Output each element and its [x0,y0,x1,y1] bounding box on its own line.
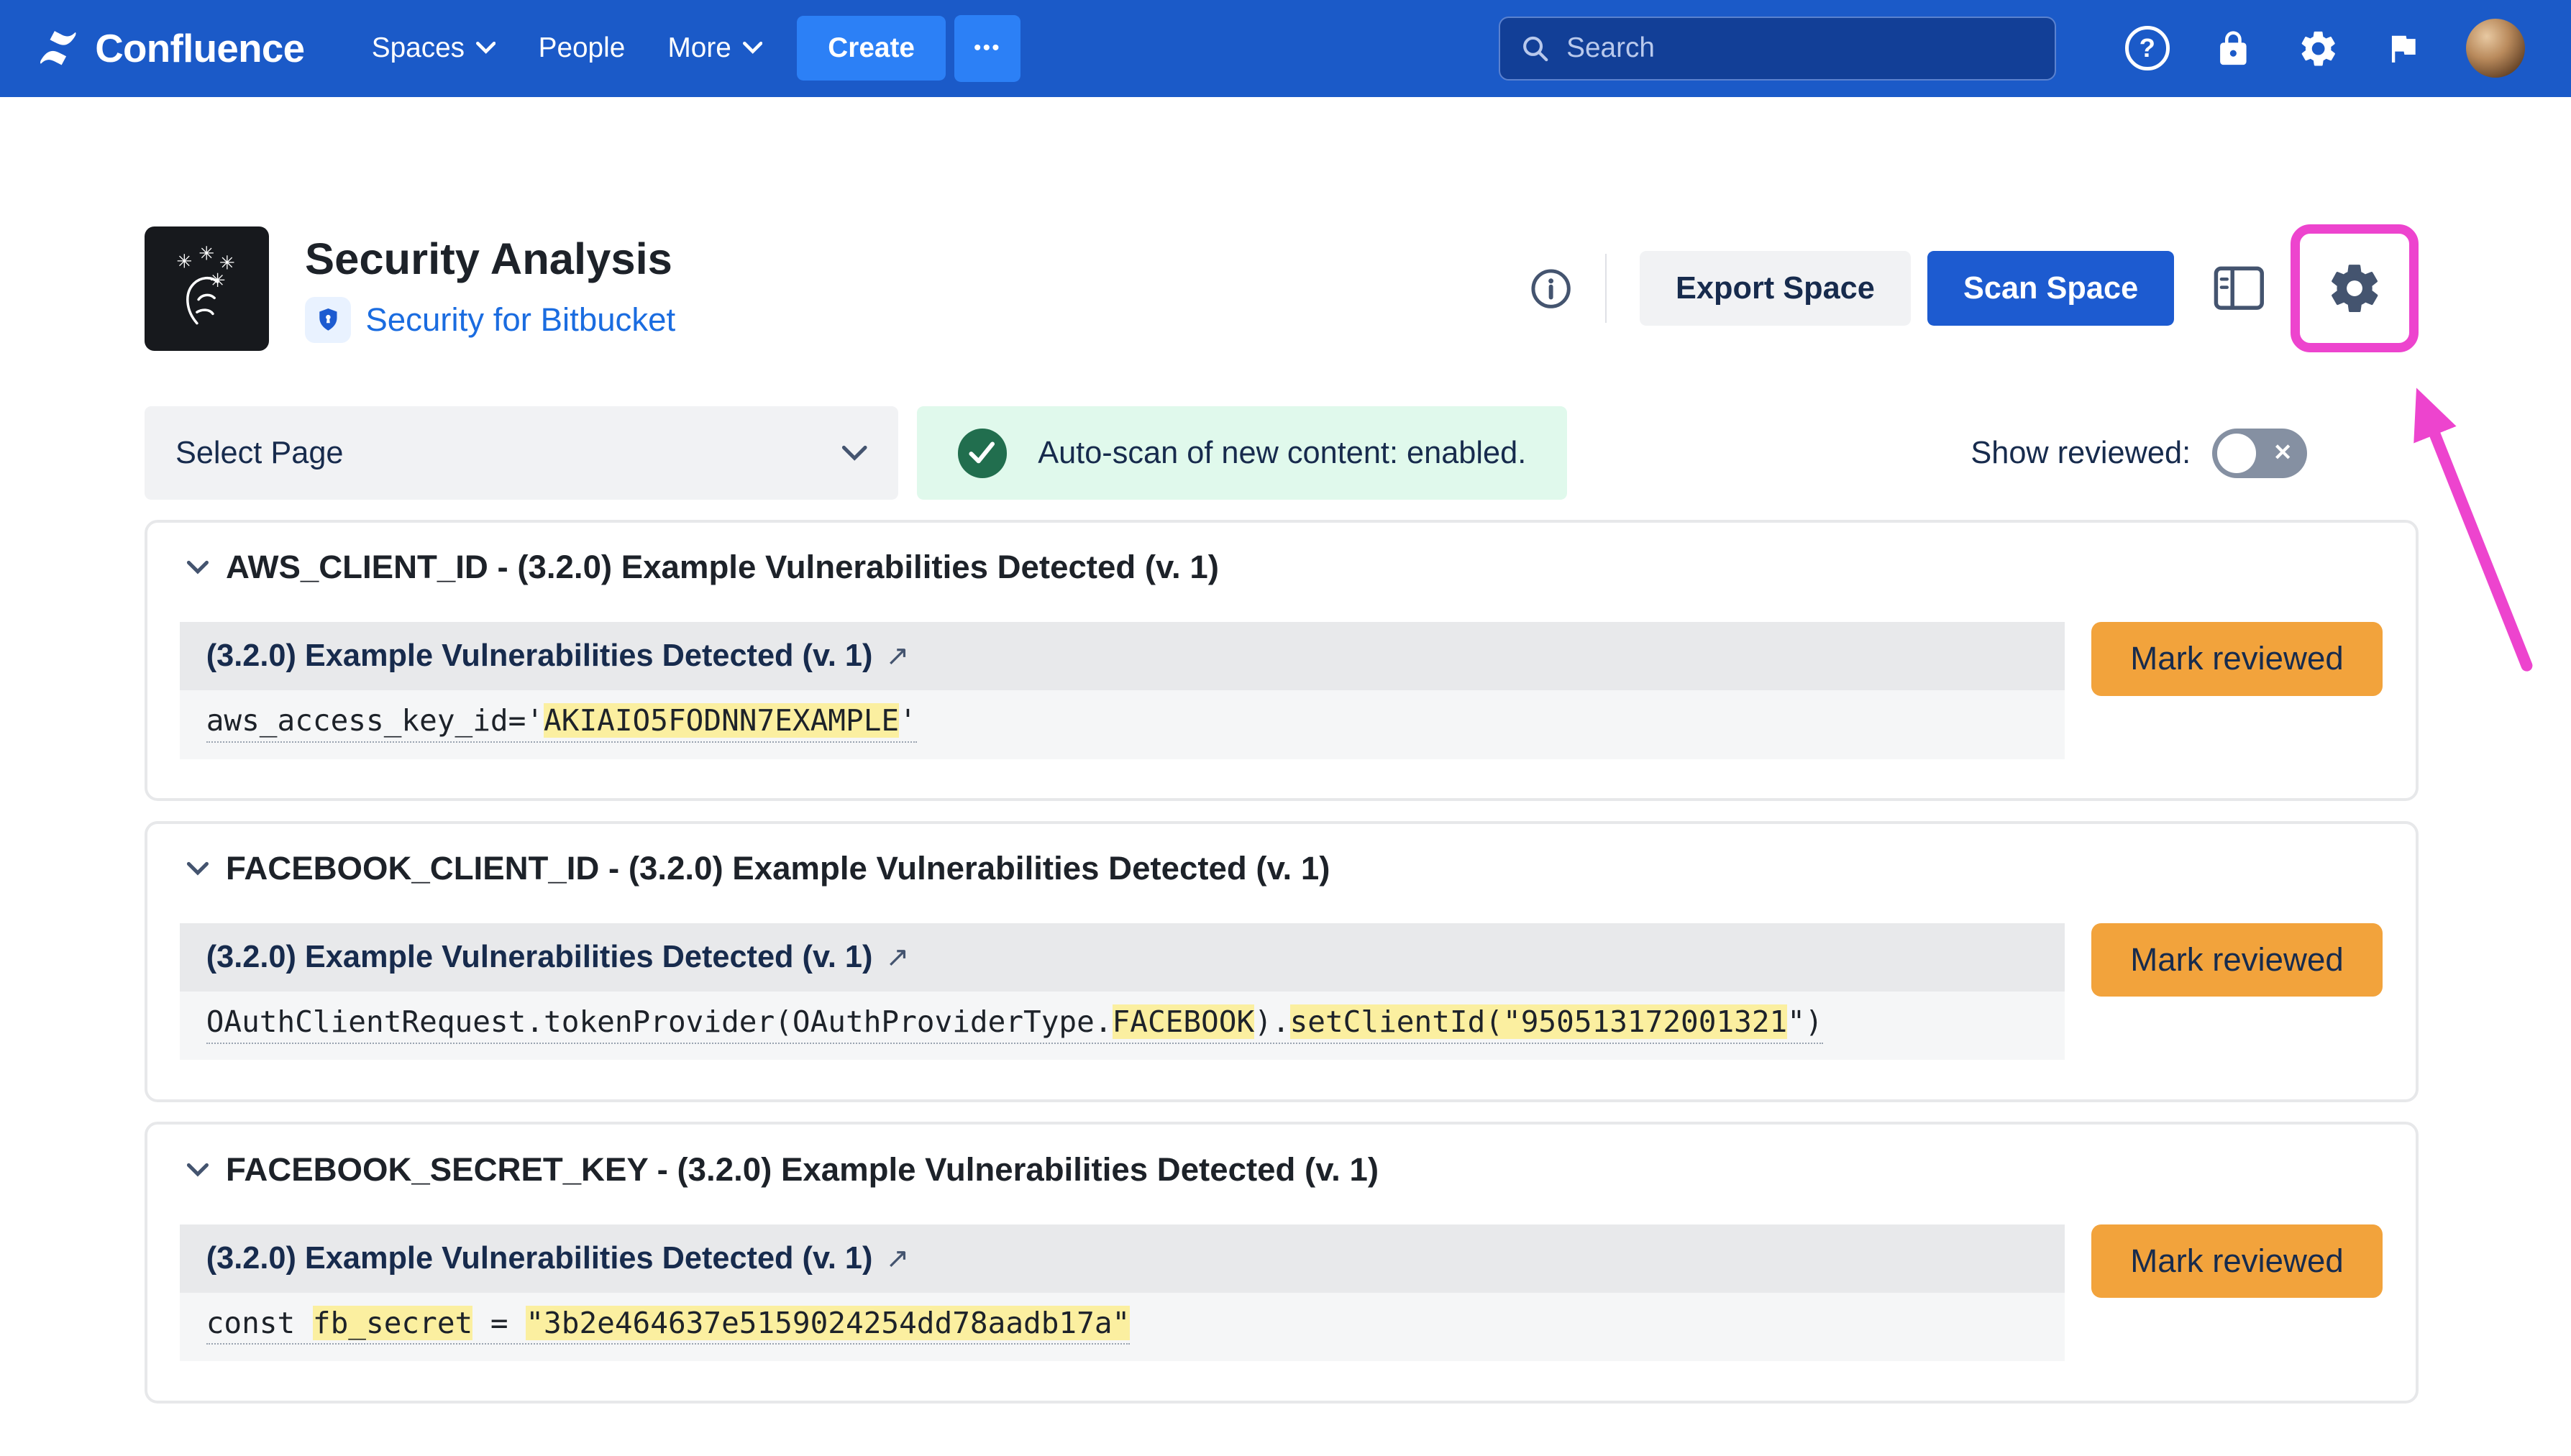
annotation-highlight-box [2291,224,2419,352]
finding-card-facebook-secret-key: FACEBOOK_SECRET_KEY - (3.2.0) Example Vu… [145,1122,2419,1404]
external-link-icon: ↗ [886,1242,909,1275]
search-box[interactable] [1499,17,2056,81]
chevron-down-icon [743,42,762,55]
finding-page-title: (3.2.0) Example Vulnerabilities Detected… [206,1241,873,1276]
external-link-icon: ↗ [886,640,909,672]
nav-overflow-button[interactable]: ••• [954,15,1021,82]
confluence-logo-icon [36,26,81,70]
show-reviewed-toggle[interactable]: ✕ [2212,429,2307,477]
show-reviewed-control: Show reviewed: ✕ [1971,429,2307,477]
space-settings-gear-icon[interactable] [2325,259,2384,318]
mark-reviewed-button[interactable]: Mark reviewed [2091,923,2383,997]
finding-page-link[interactable]: (3.2.0) Example Vulnerabilities Detected… [180,622,2065,690]
confluence-logo[interactable]: Confluence [36,25,304,71]
shield-icon [314,306,342,334]
external-link-icon: ↗ [886,941,909,974]
title-block: Security Analysis Security for Bitbucket [305,234,675,343]
nav-more-label: More [668,32,731,64]
finding-code-snippet: aws_access_key_id='AKIAIO5FODNN7EXAMPLE' [180,690,2065,759]
toggle-knob [2217,434,2257,473]
nav-more[interactable]: More [647,18,784,79]
finding-code-snippet: const fb_secret = "3b2e464637e5159024254… [180,1293,2065,1362]
svg-text:✳: ✳ [176,251,192,273]
toggle-cross-icon: ✕ [2273,439,2293,467]
page-title: Security Analysis [305,234,675,285]
search-input[interactable] [1566,32,2033,64]
space-link[interactable]: Security for Bitbucket [365,301,675,339]
finding-page-link[interactable]: (3.2.0) Example Vulnerabilities Detected… [180,923,2065,992]
finding-card-facebook-client-id: FACEBOOK_CLIENT_ID - (3.2.0) Example Vul… [145,821,2419,1103]
select-page-dropdown[interactable]: Select Page [145,406,899,500]
collapse-caret-icon [186,560,209,575]
settings-gear-icon[interactable] [2297,27,2339,70]
chevron-down-icon [476,42,496,55]
finding-page-title: (3.2.0) Example Vulnerabilities Detected… [206,940,873,975]
autoscan-banner: Auto-scan of new content: enabled. [917,406,1568,500]
space-app-badge [305,297,351,343]
show-reviewed-label: Show reviewed: [1971,436,2191,471]
mark-reviewed-button[interactable]: Mark reviewed [2091,622,2383,695]
collapse-caret-icon [186,861,209,876]
space-avatar-art: ✳✳✳✳ [159,241,254,336]
nav-icon-group: ? [2125,19,2525,78]
divider [1605,254,1607,323]
finding-page-title: (3.2.0) Example Vulnerabilities Detected… [206,638,873,674]
nav-spaces[interactable]: Spaces [350,18,517,79]
success-check-icon [958,429,1007,477]
info-icon[interactable] [1530,267,1572,310]
autoscan-banner-text: Auto-scan of new content: enabled. [1038,436,1526,471]
nav-spaces-label: Spaces [372,32,465,64]
search-icon [1522,34,1548,63]
nav-people[interactable]: People [517,18,647,79]
collapse-caret-icon [186,1163,209,1178]
finding-card-header[interactable]: FACEBOOK_SECRET_KEY - (3.2.0) Example Vu… [180,1151,2383,1189]
nav-people-label: People [539,32,626,64]
select-page-label: Select Page [175,436,344,471]
lock-icon[interactable] [2214,29,2253,68]
svg-text:✳: ✳ [210,270,226,292]
finding-card-header[interactable]: AWS_CLIENT_ID - (3.2.0) Example Vulnerab… [180,549,2383,586]
top-navigation: Confluence Spaces People More Create •••… [0,0,2571,97]
product-name: Confluence [95,25,304,71]
flag-icon[interactable] [2384,29,2421,67]
svg-text:✳: ✳ [198,243,214,265]
main-content: ✳✳✳✳ Security Analysis Security for Bitb… [0,224,2571,1404]
mark-reviewed-button[interactable]: Mark reviewed [2091,1224,2383,1298]
scan-space-button[interactable]: Scan Space [1927,251,2174,326]
finding-card-aws-client-id: AWS_CLIENT_ID - (3.2.0) Example Vulnerab… [145,520,2419,802]
finding-title: FACEBOOK_CLIENT_ID - (3.2.0) Example Vul… [226,850,1330,887]
chevron-down-icon [841,445,867,462]
header-actions: Export Space Scan Space [1530,224,2419,352]
finding-code-snippet: OAuthClientRequest.tokenProvider(OAuthPr… [180,992,2065,1061]
create-button[interactable]: Create [797,16,946,81]
finding-card-header[interactable]: FACEBOOK_CLIENT_ID - (3.2.0) Example Vul… [180,850,2383,887]
finding-title: FACEBOOK_SECRET_KEY - (3.2.0) Example Vu… [226,1151,1379,1189]
page-header: ✳✳✳✳ Security Analysis Security for Bitb… [145,224,2419,352]
help-icon[interactable]: ? [2125,26,2170,70]
finding-page-link[interactable]: (3.2.0) Example Vulnerabilities Detected… [180,1224,2065,1293]
finding-title: AWS_CLIENT_ID - (3.2.0) Example Vulnerab… [226,549,1219,586]
sidebar-layout-icon[interactable] [2214,266,2265,311]
space-avatar[interactable]: ✳✳✳✳ [145,226,269,351]
user-avatar[interactable] [2466,19,2525,78]
export-space-button[interactable]: Export Space [1640,251,1911,326]
controls-row: Select Page Auto-scan of new content: en… [145,406,2419,500]
